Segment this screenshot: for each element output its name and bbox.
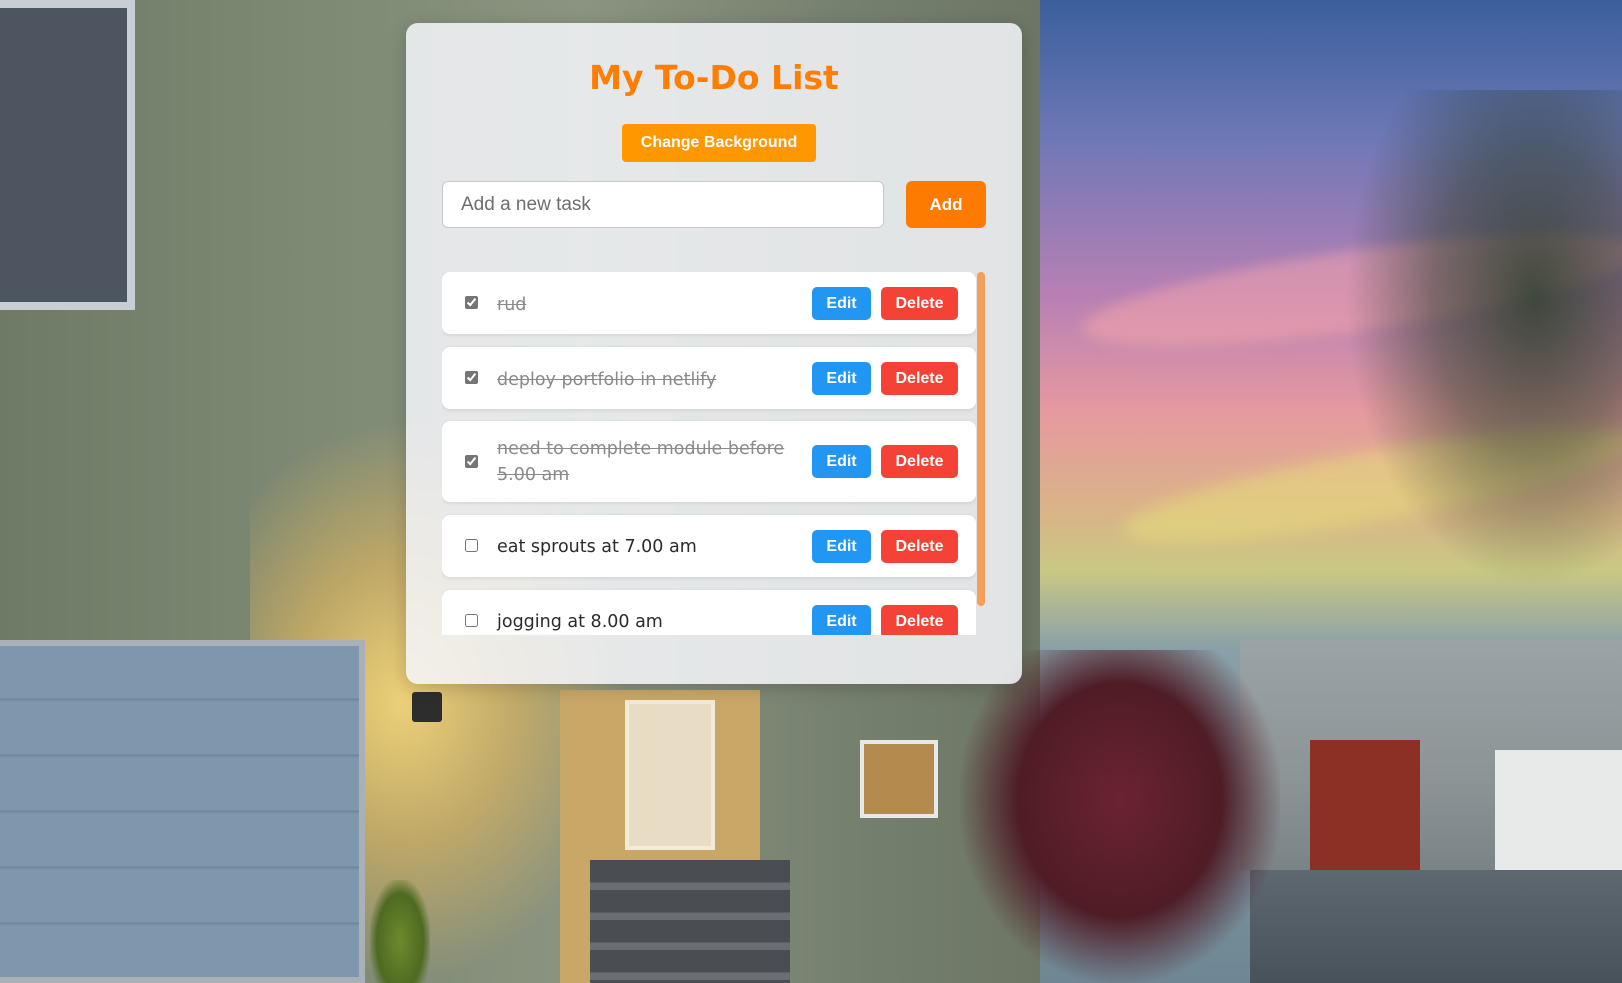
front-steps bbox=[590, 860, 790, 983]
new-task-input[interactable] bbox=[442, 181, 884, 228]
page-title: My To-Do List bbox=[589, 58, 839, 97]
task-text: rud bbox=[497, 295, 527, 315]
delete-task-button[interactable]: Delete bbox=[881, 362, 958, 395]
task-list[interactable]: rud Edit Delete deploy portfolio in netl… bbox=[442, 272, 976, 635]
task-checkbox[interactable] bbox=[465, 455, 478, 468]
white-garage bbox=[1495, 750, 1622, 870]
delete-task-button[interactable]: Delete bbox=[881, 605, 958, 635]
task-item: jogging at 8.00 am Edit Delete bbox=[442, 590, 976, 635]
delete-task-button[interactable]: Delete bbox=[881, 530, 958, 563]
tree-foliage bbox=[1330, 90, 1622, 610]
task-checkbox[interactable] bbox=[465, 371, 478, 384]
red-house bbox=[1310, 740, 1420, 870]
small-window bbox=[860, 740, 938, 818]
task-list-scrollbar[interactable] bbox=[977, 272, 985, 606]
task-text: eat sprouts at 7.00 am bbox=[497, 537, 697, 557]
wall-lamp bbox=[412, 692, 442, 722]
task-item: rud Edit Delete bbox=[442, 272, 976, 334]
edit-task-button[interactable]: Edit bbox=[812, 530, 871, 563]
front-door bbox=[625, 700, 715, 850]
task-text: need to complete module before 5.00 am bbox=[497, 439, 785, 485]
house-window bbox=[0, 0, 135, 310]
delete-task-button[interactable]: Delete bbox=[881, 287, 958, 320]
add-task-button[interactable]: Add bbox=[906, 181, 986, 228]
task-checkbox[interactable] bbox=[465, 539, 478, 552]
task-item: deploy portfolio in netlify Edit Delete bbox=[442, 347, 976, 409]
red-maple-bush bbox=[960, 650, 1280, 983]
task-checkbox[interactable] bbox=[465, 296, 478, 309]
change-background-button[interactable]: Change Background bbox=[622, 124, 816, 162]
task-item: eat sprouts at 7.00 am Edit Delete bbox=[442, 515, 976, 577]
shrub bbox=[370, 880, 430, 983]
todo-panel: My To-Do List Change Background Add rud … bbox=[406, 23, 1022, 684]
garage-door bbox=[0, 640, 365, 983]
edit-task-button[interactable]: Edit bbox=[812, 362, 871, 395]
neighbor-houses bbox=[1240, 640, 1622, 870]
street bbox=[1250, 870, 1622, 983]
delete-task-button[interactable]: Delete bbox=[881, 445, 958, 478]
task-text: deploy portfolio in netlify bbox=[497, 370, 717, 390]
task-item: need to complete module before 5.00 am E… bbox=[442, 421, 976, 502]
edit-task-button[interactable]: Edit bbox=[812, 287, 871, 320]
edit-task-button[interactable]: Edit bbox=[812, 605, 871, 635]
task-text: jogging at 8.00 am bbox=[497, 612, 663, 632]
edit-task-button[interactable]: Edit bbox=[812, 445, 871, 478]
task-checkbox[interactable] bbox=[465, 614, 478, 627]
